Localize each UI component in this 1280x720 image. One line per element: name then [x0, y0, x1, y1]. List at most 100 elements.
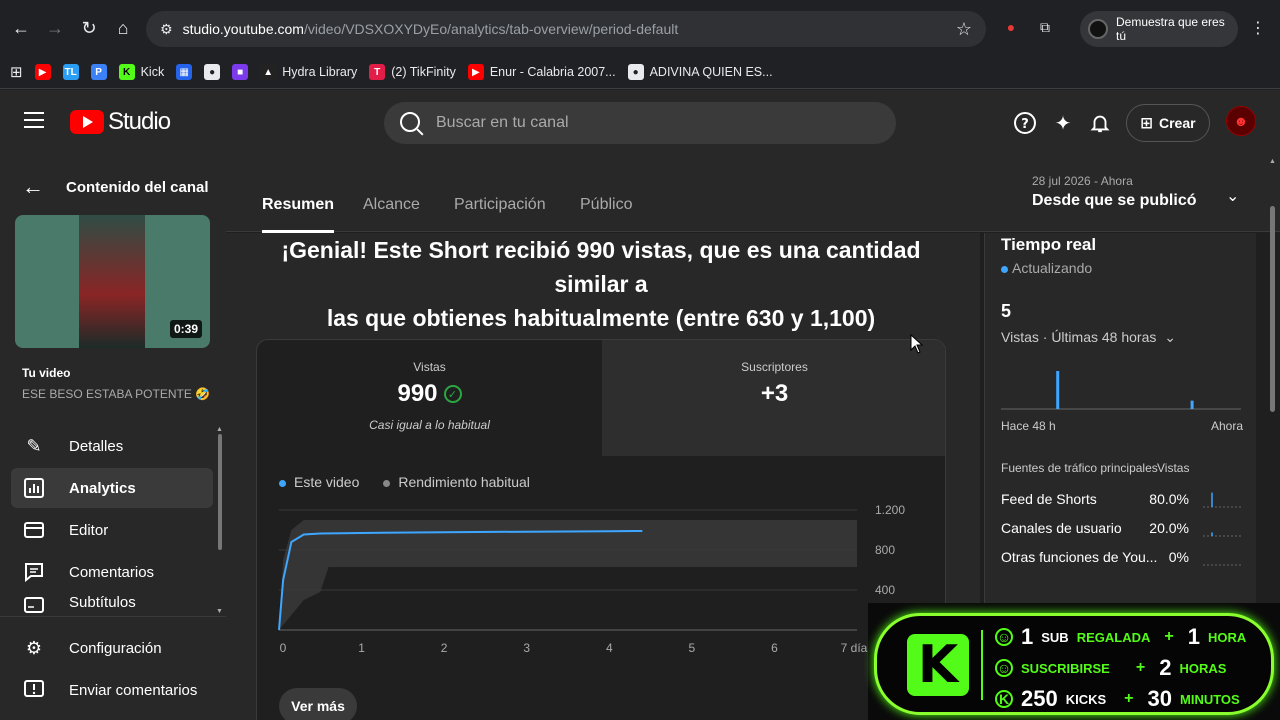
- create-button[interactable]: ⊞ Crear: [1126, 104, 1210, 142]
- extension-record-icon[interactable]: ●: [1000, 16, 1022, 38]
- address-bar[interactable]: ⚙ studio.youtube.com/video/VDSXOXYDyEo/a…: [146, 11, 986, 47]
- realtime-views-selector[interactable]: Vistas · Últimas 48 horas ⌄: [1001, 329, 1176, 346]
- traffic-source-pct: 0%: [1168, 549, 1189, 565]
- bookmark-label: Hydra Library: [282, 65, 358, 79]
- back-icon[interactable]: ←: [4, 11, 38, 45]
- forward-icon[interactable]: →: [38, 11, 72, 45]
- traffic-source-row[interactable]: Otras funciones de You... 0%: [1001, 549, 1241, 571]
- apps-grid-icon[interactable]: ⊞: [10, 63, 23, 81]
- bookmarks-bar: ⊞ ▶ TL P K Kick ▦ ● ■ ▲ Hydra Library T (2) TikFini…: [0, 56, 1280, 89]
- check-circle-icon: ✓: [443, 385, 462, 403]
- bookmark-favicon-icon: ■: [232, 64, 249, 80]
- realtime-bar[interactable]: [1190, 400, 1194, 409]
- url-path: /video/VDSXOXYDyEo/analytics/tab-overvie…: [303, 21, 679, 37]
- sidebar-item-feedback[interactable]: Enviar comentarios: [11, 670, 213, 710]
- scroll-up-icon[interactable]: ▲: [1269, 158, 1276, 165]
- metric-views[interactable]: Vistas 990 ✓ Casi igual a lo habitual: [257, 340, 602, 456]
- bookmark-label: ADIVINA QUIEN ES...: [649, 65, 773, 79]
- typical-performance-band: [279, 520, 857, 630]
- traffic-sources-views-header: Vistas: [1157, 461, 1190, 475]
- sidebar: ← Contenido del canal 0:39 Tu video ESE …: [0, 154, 226, 720]
- realtime-bar[interactable]: [1056, 371, 1060, 409]
- bookmark-item[interactable]: ●: [204, 64, 221, 80]
- bookmark-item[interactable]: TL: [62, 64, 79, 80]
- bookmark-label: Kick: [140, 65, 165, 79]
- sidebar-item-label: Detalles: [69, 437, 124, 455]
- menu-icon[interactable]: [24, 112, 44, 128]
- bookmark-item[interactable]: ▲ Hydra Library: [260, 64, 357, 80]
- metric-label: Suscriptores: [741, 360, 808, 374]
- x-tick-label: 1: [358, 641, 365, 655]
- sidebar-item-subtitles[interactable]: Subtítulos: [11, 594, 213, 618]
- sidebar-item-editor[interactable]: Editor: [11, 510, 213, 550]
- see-more-button[interactable]: Ver más: [279, 688, 357, 720]
- x-tick-label: 2: [441, 641, 448, 655]
- x-tick-label: 0: [280, 641, 287, 655]
- traffic-source-row[interactable]: Feed de Shorts 80.0%: [1001, 491, 1241, 513]
- sidebar-item-comments[interactable]: Comentarios: [11, 552, 213, 592]
- help-icon[interactable]: ?: [1012, 110, 1038, 136]
- sparkle-icon[interactable]: ✦: [1050, 110, 1076, 136]
- search-input[interactable]: Buscar en tu canal: [384, 102, 896, 144]
- bookmark-item[interactable]: P: [90, 64, 107, 80]
- traffic-source-row[interactable]: Canales de usuario 20.0%: [1001, 520, 1241, 542]
- kick-logo-icon: K: [907, 634, 969, 696]
- sidebar-item-details[interactable]: ✎ Detalles: [11, 426, 213, 466]
- video-thumbnail[interactable]: 0:39: [15, 215, 210, 348]
- page-scrollbar[interactable]: [1270, 206, 1275, 412]
- youtube-studio-logo[interactable]: Studio: [70, 108, 171, 136]
- chevron-down-icon[interactable]: ⌄: [1226, 186, 1239, 206]
- channel-avatar[interactable]: ☻: [1226, 106, 1256, 136]
- scroll-down-icon[interactable]: ▼: [216, 608, 223, 615]
- realtime-axis-end: Ahora: [1211, 419, 1244, 433]
- bookmark-favicon-icon: ▦: [176, 64, 193, 80]
- sidebar-scrollbar[interactable]: [218, 434, 222, 550]
- tab-engagement[interactable]: Participación: [454, 196, 546, 214]
- date-range-label: Desde que se publicó: [1032, 192, 1197, 209]
- y-tick-label: 800: [875, 543, 895, 557]
- scroll-up-icon[interactable]: ▲: [216, 426, 223, 433]
- bookmark-item[interactable]: T (2) TikFinity: [369, 64, 456, 80]
- url-domain: studio.youtube.com: [182, 21, 304, 37]
- bookmark-star-icon[interactable]: ☆: [956, 19, 972, 40]
- studio-header: Studio Buscar en tu canal ? ✦ ⊞ Crear ☻: [0, 90, 1280, 154]
- overlay-row-subscribe: ☺ SUSCRIBIRSE + 2 HORAS: [995, 655, 1227, 680]
- bookmark-item[interactable]: ■: [232, 64, 249, 80]
- tab-overview[interactable]: Resumen: [262, 196, 335, 233]
- home-icon[interactable]: ⌂: [106, 11, 140, 45]
- performance-headline: ¡Genial! Este Short recibió 990 vistas, …: [256, 233, 946, 335]
- sidebar-item-label: Configuración: [69, 639, 162, 657]
- create-video-icon: ⊞: [1140, 115, 1153, 132]
- bookmark-item[interactable]: ▦: [176, 64, 193, 80]
- bookmark-favicon-icon: ●: [627, 64, 644, 80]
- sidebar-item-settings[interactable]: ⚙ Configuración: [11, 628, 213, 668]
- tab-reach[interactable]: Alcance: [363, 196, 420, 214]
- notifications-bell-icon[interactable]: [1087, 110, 1113, 136]
- your-video-label: Tu video: [22, 366, 71, 380]
- mouse-cursor-icon: [910, 334, 924, 354]
- profile-avatar: [1088, 19, 1108, 39]
- date-range-selector[interactable]: 28 jul 2026 - Ahora Desde que se publicó: [1032, 174, 1196, 210]
- bookmark-item[interactable]: K Kick: [118, 64, 165, 80]
- site-settings-icon[interactable]: ⚙: [160, 21, 173, 38]
- traffic-source-pct: 80.0%: [1149, 491, 1189, 507]
- back-to-content-button[interactable]: ← Contenido del canal: [22, 174, 209, 200]
- comments-icon: [23, 561, 45, 583]
- browser-menu-icon[interactable]: ⋮: [1250, 18, 1266, 38]
- sidebar-item-analytics[interactable]: Analytics: [11, 468, 213, 508]
- editor-icon: [23, 519, 45, 541]
- bookmark-item[interactable]: ▶: [34, 64, 51, 80]
- search-placeholder: Buscar en tu canal: [436, 114, 569, 131]
- reload-icon[interactable]: ↻: [72, 11, 106, 45]
- bookmark-item[interactable]: ▶ Enur - Calabria 2007...: [467, 64, 616, 80]
- tab-audience[interactable]: Público: [580, 196, 632, 214]
- metric-subscribers[interactable]: Suscriptores +3: [602, 340, 945, 456]
- extensions-puzzle-icon[interactable]: ⧉: [1034, 16, 1056, 38]
- bookmark-favicon-icon: K: [118, 64, 135, 80]
- bookmark-item[interactable]: ● ADIVINA QUIEN ES...: [627, 64, 773, 80]
- back-arrow-icon: ←: [22, 174, 44, 199]
- x-tick-label: 3: [523, 641, 530, 655]
- analytics-tabs: Resumen Alcance Participación Público 28…: [226, 154, 1280, 233]
- profile-button[interactable]: Demuestra que eres tú: [1080, 11, 1238, 47]
- video-duration: 0:39: [169, 320, 202, 338]
